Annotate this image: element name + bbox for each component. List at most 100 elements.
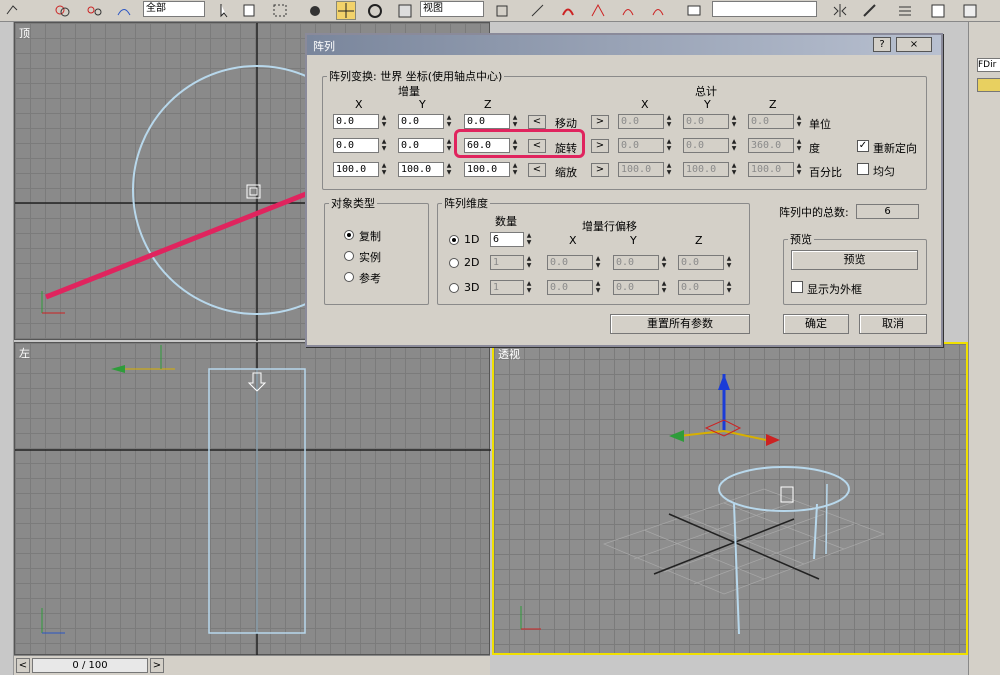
spinner-snap-icon[interactable] <box>648 1 668 20</box>
dim-1d-radio[interactable] <box>449 235 459 245</box>
window-crossing-icon[interactable] <box>305 1 325 20</box>
move-left-arrow-button[interactable]: < <box>528 115 546 129</box>
move-inc-x[interactable]: 0.0 ▲ ▼ <box>333 114 389 129</box>
align-icon[interactable] <box>860 1 880 20</box>
move-inc-y-value[interactable]: 0.0 <box>398 114 444 129</box>
scale-inc-y-value[interactable]: 100.0 <box>398 162 444 177</box>
move-tot-y[interactable]: 0.0 ▲ ▼ <box>683 114 739 129</box>
viewport-perspective[interactable]: 透视 <box>492 342 968 655</box>
rotate-inc-x-value[interactable]: 0.0 <box>333 138 379 153</box>
spinner-arrows-icon[interactable]: ▲ ▼ <box>730 162 738 177</box>
move-inc-z-value[interactable]: 0.0 <box>464 114 510 129</box>
offset-2d-z[interactable]: 0.0 ▲ ▼ <box>678 255 734 270</box>
spinner-arrows-icon[interactable]: ▲ ▼ <box>594 255 602 270</box>
spinner-arrows-icon[interactable]: ▲ ▼ <box>665 138 673 153</box>
spinner-arrows-icon[interactable]: ▲ ▼ <box>795 114 803 129</box>
next-frame-icon[interactable]: > <box>150 658 164 673</box>
count-1d-value[interactable]: 6 <box>490 232 524 247</box>
rotate-tot-y[interactable]: 0.0 ▲ ▼ <box>683 138 739 153</box>
move-tot-y-value[interactable]: 0.0 <box>683 114 729 129</box>
offset-3d-z[interactable]: 0.0 ▲ ▼ <box>678 280 734 295</box>
move-tot-z[interactable]: 0.0 ▲ ▼ <box>748 114 804 129</box>
move-inc-y[interactable]: 0.0 ▲ ▼ <box>398 114 454 129</box>
prev-frame-icon[interactable]: < <box>16 658 30 673</box>
spinner-arrows-icon[interactable]: ▲ ▼ <box>511 114 519 129</box>
show-as-box-checkbox[interactable] <box>791 281 803 293</box>
reference-coord-dropdown[interactable]: 视图 <box>420 1 484 17</box>
rotate-right-arrow-button[interactable]: > <box>591 139 609 153</box>
spinner-arrows-icon[interactable]: ▲ ▼ <box>380 162 388 177</box>
scale-tool-icon[interactable] <box>395 1 415 20</box>
offset-3d-z-value[interactable]: 0.0 <box>678 280 724 295</box>
count-3d-value[interactable]: 1 <box>490 280 524 295</box>
rotate-inc-x[interactable]: 0.0 ▲ ▼ <box>333 138 389 153</box>
viewport-left[interactable]: 左 <box>14 342 491 656</box>
reorient-checkbox[interactable]: ✓ <box>857 140 869 152</box>
spinner-arrows-icon[interactable]: ▲ ▼ <box>511 162 519 177</box>
scale-tot-y-value[interactable]: 100.0 <box>683 162 729 177</box>
help-button[interactable]: ? <box>873 37 891 52</box>
cancel-button[interactable]: 取消 <box>859 314 927 334</box>
percent-snap-icon[interactable] <box>618 1 638 20</box>
edit-named-sel-icon[interactable] <box>684 1 704 20</box>
count-1d[interactable]: 6 ▲ ▼ <box>490 232 535 247</box>
select-by-name-icon[interactable] <box>240 1 260 20</box>
spinner-arrows-icon[interactable]: ▲ ▼ <box>525 232 533 247</box>
curve-editor-icon[interactable] <box>928 1 948 20</box>
spinner-arrows-icon[interactable]: ▲ ▼ <box>795 162 803 177</box>
schematic-view-icon[interactable] <box>960 1 980 20</box>
undo-icon[interactable] <box>2 1 22 20</box>
spinner-arrows-icon[interactable]: ▲ ▼ <box>380 114 388 129</box>
move-tot-x-value[interactable]: 0.0 <box>618 114 664 129</box>
offset-2d-x[interactable]: 0.0 ▲ ▼ <box>547 255 603 270</box>
count-2d[interactable]: 1 ▲ ▼ <box>490 255 535 270</box>
rotate-tot-x[interactable]: 0.0 ▲ ▼ <box>618 138 674 153</box>
scale-tot-z-value[interactable]: 100.0 <box>748 162 794 177</box>
spinner-arrows-icon[interactable]: ▲ ▼ <box>445 162 453 177</box>
spinner-arrows-icon[interactable]: ▲ ▼ <box>525 255 533 270</box>
offset-3d-x-value[interactable]: 0.0 <box>547 280 593 295</box>
offset-3d-y-value[interactable]: 0.0 <box>613 280 659 295</box>
spinner-arrows-icon[interactable]: ▲ ▼ <box>730 138 738 153</box>
dim-2d-radio[interactable] <box>449 258 459 268</box>
count-3d[interactable]: 1 ▲ ▼ <box>490 280 535 295</box>
move-right-arrow-button[interactable]: > <box>591 115 609 129</box>
rotate-tot-z-value[interactable]: 360.0 <box>748 138 794 153</box>
count-2d-value[interactable]: 1 <box>490 255 524 270</box>
selection-filter-dropdown[interactable]: 全部 <box>143 1 205 17</box>
spinner-arrows-icon[interactable]: ▲ ▼ <box>525 280 533 295</box>
scale-inc-z[interactable]: 100.0 ▲ ▼ <box>464 162 520 177</box>
spinner-arrows-icon[interactable]: ▲ ▼ <box>725 280 733 295</box>
spinner-arrows-icon[interactable]: ▲ ▼ <box>665 114 673 129</box>
select-manipulate-icon[interactable] <box>528 1 548 20</box>
reference-radio[interactable] <box>344 272 354 282</box>
offset-2d-x-value[interactable]: 0.0 <box>547 255 593 270</box>
object-name-field[interactable]: FDir <box>977 58 1000 72</box>
scale-tot-x[interactable]: 100.0 ▲ ▼ <box>618 162 674 177</box>
link-icon[interactable] <box>52 1 72 20</box>
pivot-center-icon[interactable] <box>492 1 512 20</box>
dialog-titlebar[interactable]: 阵列 ? × <box>307 35 941 55</box>
instance-radio[interactable] <box>344 251 354 261</box>
offset-3d-y[interactable]: 0.0 ▲ ▼ <box>613 280 669 295</box>
scale-right-arrow-button[interactable]: > <box>591 163 609 177</box>
rotate-tool-icon[interactable] <box>365 1 385 20</box>
spinner-arrows-icon[interactable]: ▲ ▼ <box>665 162 673 177</box>
scale-inc-y[interactable]: 100.0 ▲ ▼ <box>398 162 454 177</box>
spinner-arrows-icon[interactable]: ▲ ▼ <box>725 255 733 270</box>
close-button[interactable]: × <box>896 37 932 52</box>
spinner-arrows-icon[interactable]: ▲ ▼ <box>594 280 602 295</box>
preview-button[interactable]: 预览 <box>791 250 918 270</box>
spinner-arrows-icon[interactable]: ▲ ▼ <box>660 255 668 270</box>
move-inc-z[interactable]: 0.0 ▲ ▼ <box>464 114 520 129</box>
rotate-tot-y-value[interactable]: 0.0 <box>683 138 729 153</box>
scale-inc-x[interactable]: 100.0 ▲ ▼ <box>333 162 389 177</box>
uniform-checkbox[interactable] <box>857 163 869 175</box>
move-tool-icon[interactable] <box>336 1 356 20</box>
unlink-icon[interactable] <box>84 1 104 20</box>
spinner-arrows-icon[interactable]: ▲ ▼ <box>730 114 738 129</box>
scale-left-arrow-button[interactable]: < <box>528 163 546 177</box>
named-selection-dropdown[interactable] <box>712 1 817 17</box>
scale-tot-y[interactable]: 100.0 ▲ ▼ <box>683 162 739 177</box>
ok-button[interactable]: 确定 <box>783 314 849 334</box>
